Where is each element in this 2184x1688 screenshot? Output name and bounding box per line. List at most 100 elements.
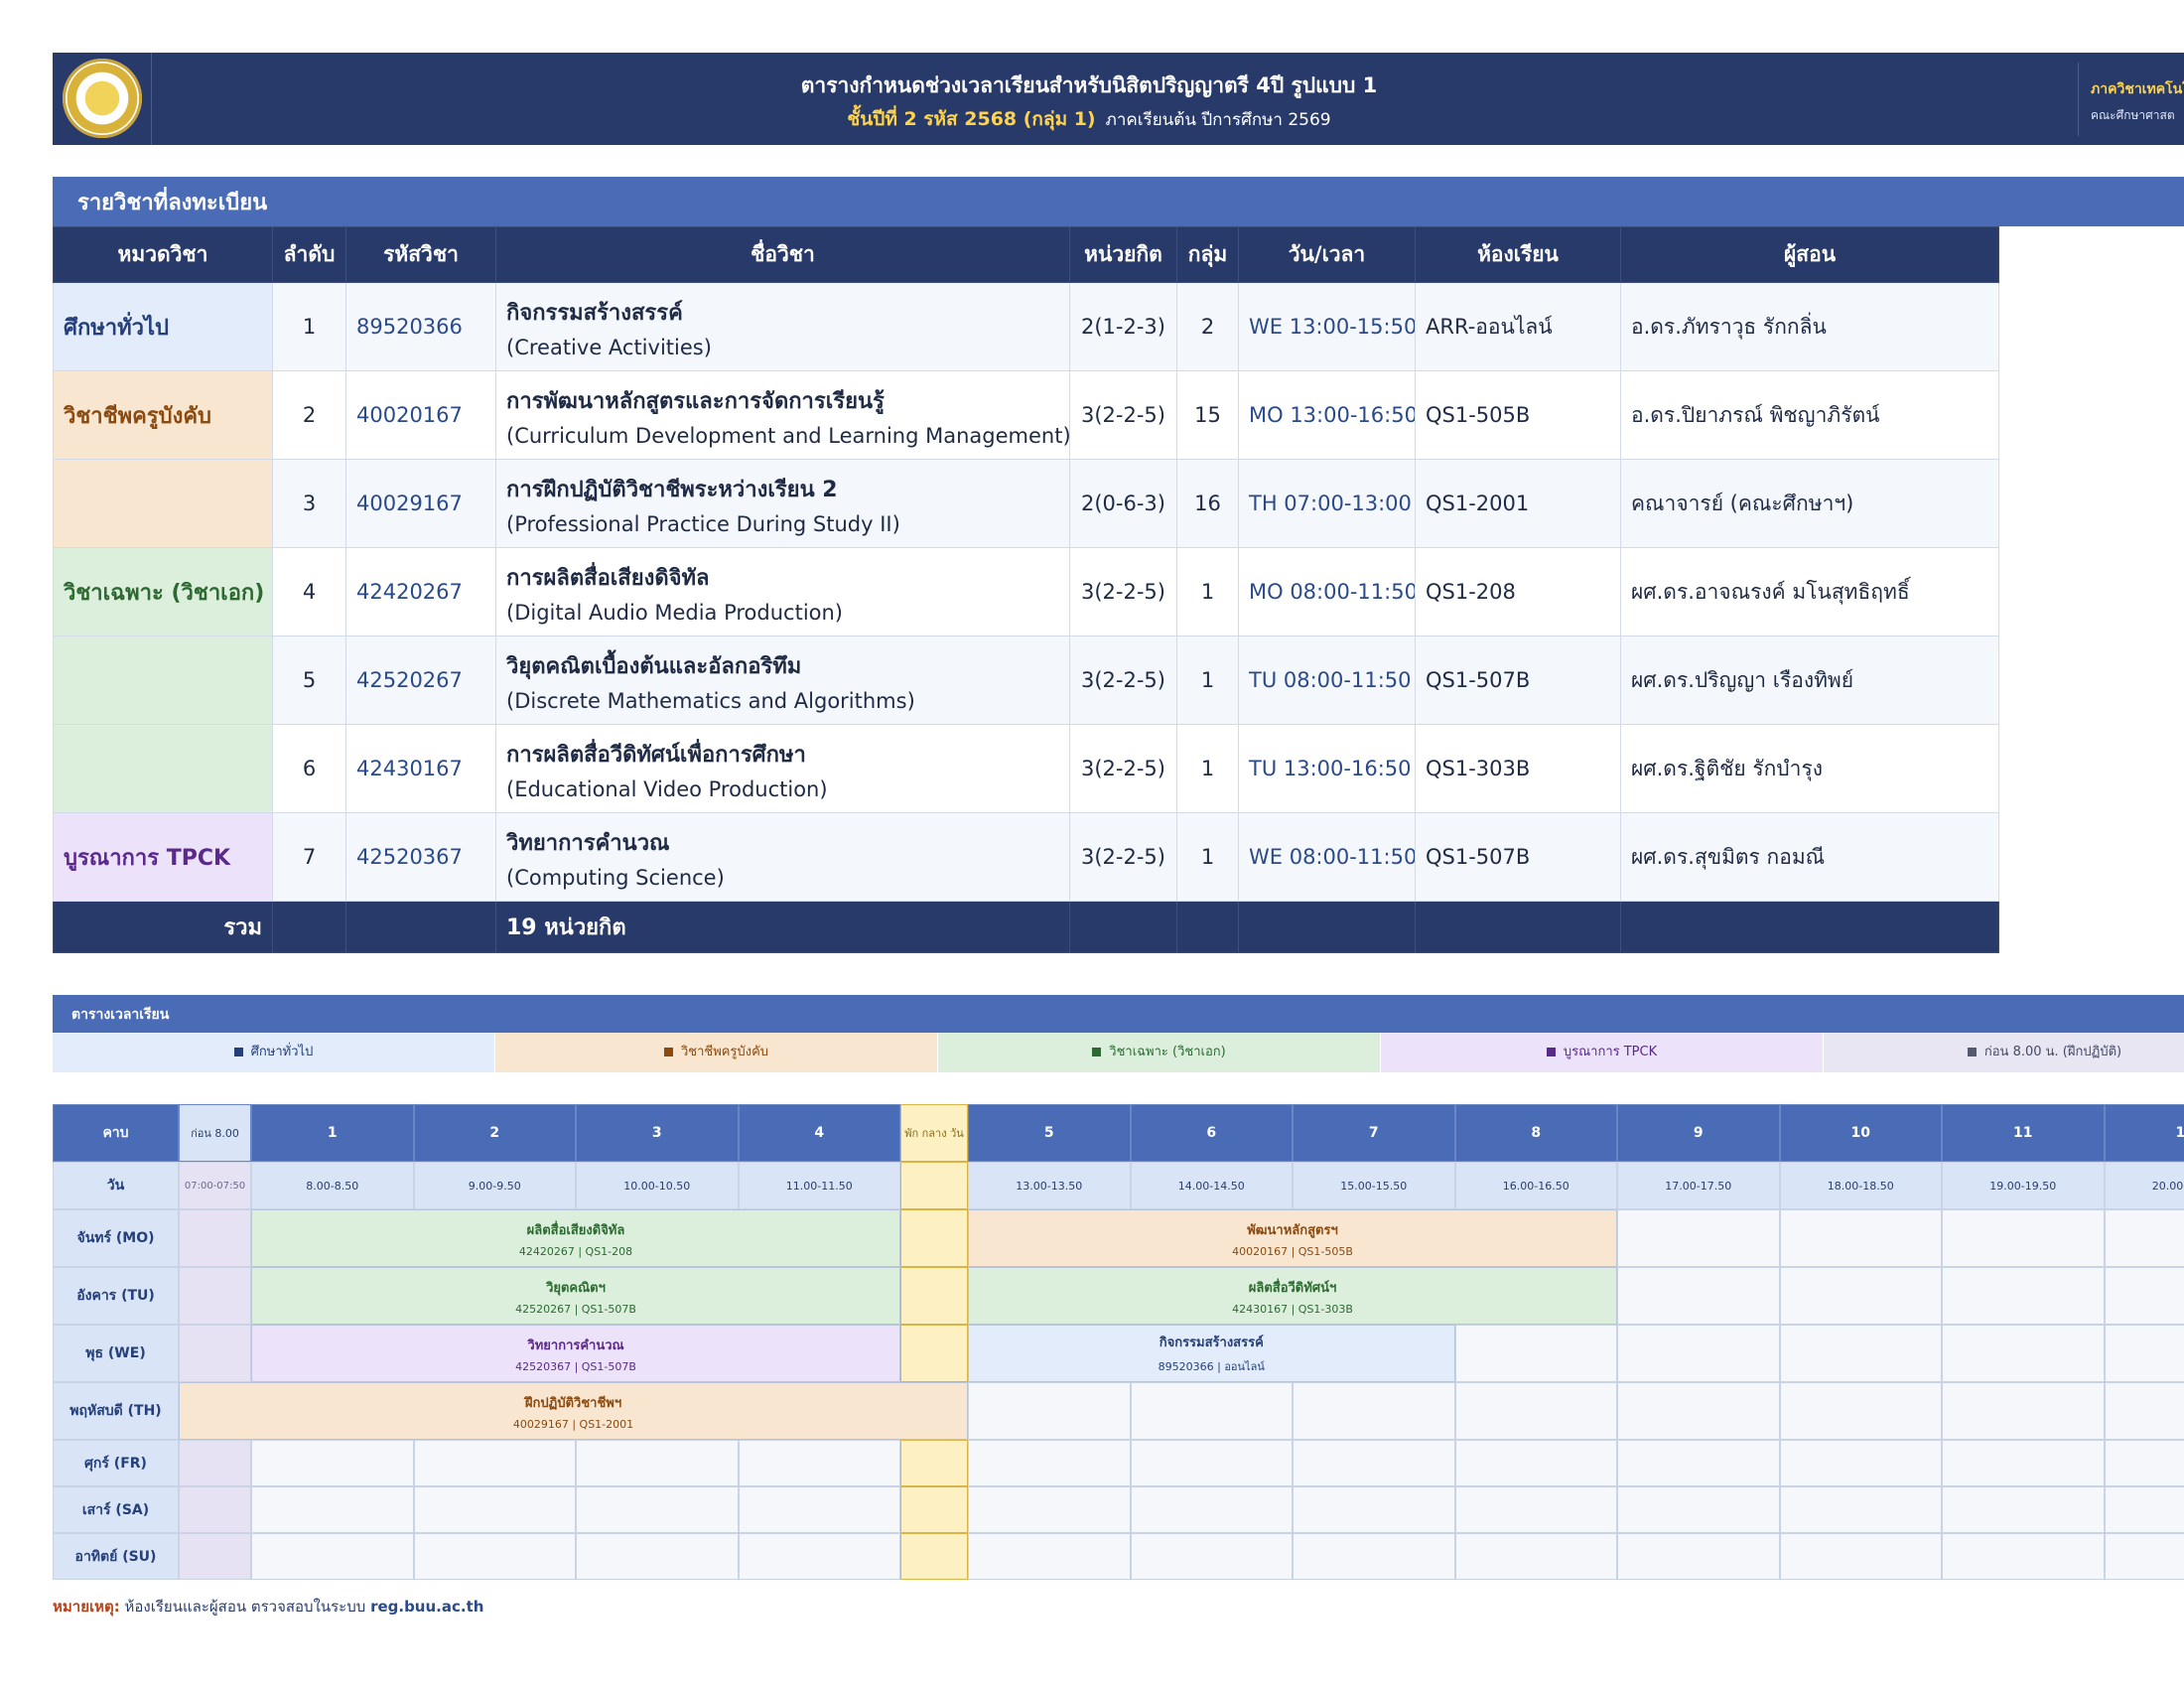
period-number-header: 8	[1454, 1104, 1617, 1162]
course-teacher: คณาจารย์ (คณะศึกษาฯ)	[1620, 459, 1999, 548]
total-row: รวม 19 หน่วยกิต	[53, 901, 1999, 953]
course-time: MO 13:00-16:50	[1238, 370, 1416, 460]
cell-text: 16.00-16.50	[1502, 1179, 1570, 1193]
cell-text: 9.00-9.50	[468, 1179, 521, 1193]
schedule-slot	[2104, 1486, 2184, 1533]
schedule-slot	[1942, 1382, 2105, 1440]
course-block[interactable]: ฝึกปฏิบัติวิชาชีพฯ 40029167 | QS1-2001	[179, 1382, 968, 1440]
cell-text: 20.00-20.50	[2151, 1179, 2184, 1193]
before8-cell	[179, 1325, 251, 1382]
schedule-slot	[1779, 1486, 1942, 1533]
schedule-slot	[1617, 1440, 1780, 1486]
schedule-slot	[968, 1486, 1131, 1533]
day-label: เสาร์ (SA)	[53, 1486, 179, 1533]
course-block-detail: 42520367 | QS1-507B	[515, 1359, 636, 1373]
category-cell	[53, 724, 273, 813]
col-category: หมวดวิชา	[53, 226, 273, 283]
schedule-slot	[1454, 1533, 1617, 1580]
course-block[interactable]: ผลิตสื่อเสียงดิจิทัล 42420267 | QS1-208	[251, 1209, 900, 1267]
course-code: 40020167	[345, 370, 496, 460]
schedule-slot	[1617, 1325, 1780, 1382]
schedule-slot	[1130, 1533, 1293, 1580]
course-group: 15	[1176, 370, 1239, 460]
period-number-header: 11	[1942, 1104, 2105, 1162]
cell-text: 11	[2013, 1125, 2033, 1141]
cell-text: 3	[651, 1125, 662, 1141]
course-block[interactable]: วิทยาการคำนวณ 42520367 | QS1-507B	[251, 1325, 900, 1382]
course-room: QS1-507B	[1415, 635, 1621, 725]
course-time: WE 13:00-15:50	[1238, 282, 1416, 371]
schedule-slot	[576, 1440, 739, 1486]
course-block[interactable]: พัฒนาหลักสูตรฯ 40020167 | QS1-505B	[968, 1209, 1617, 1267]
schedule-slot	[251, 1440, 414, 1486]
course-room: QS1-2001	[1415, 459, 1621, 548]
table-row: วิชาเฉพาะ (วิชาเอก) 4 42420267 การผลิตสื…	[53, 547, 1999, 636]
col-credit: หน่วยกิต	[1069, 226, 1177, 283]
period-number-header: 5	[968, 1104, 1131, 1162]
course-group: 1	[1176, 547, 1239, 636]
department-info: ภาควิชาเทคโนโลยีทาง คณะศึกษาศาสต	[2078, 63, 2184, 136]
category-cell: ศึกษาทั่วไป	[53, 282, 273, 371]
day-label: ศุกร์ (FR)	[53, 1440, 179, 1486]
course-name: วิทยาการคำนวณ (Computing Science)	[495, 812, 1070, 902]
course-code: 42520267	[345, 635, 496, 725]
lunch-break-cell	[900, 1209, 968, 1267]
schedule-slot	[968, 1382, 1131, 1440]
department-name: ภาควิชาเทคโนโลยีทาง	[2091, 81, 2184, 97]
period-header: คาบ	[53, 1104, 179, 1162]
schedule-slot	[1454, 1325, 1617, 1382]
schedule-slot	[738, 1486, 900, 1533]
cell-text: 12	[2176, 1125, 2184, 1141]
reg-link[interactable]: reg.buu.ac.th	[370, 1598, 483, 1616]
before8-header: ก่อน 8.00	[179, 1104, 251, 1162]
col-name: ชื่อวิชา	[495, 226, 1070, 283]
row-no: 4	[272, 547, 346, 636]
course-time: TU 08:00-11:50	[1238, 635, 1416, 725]
schedule-slot	[1942, 1267, 2105, 1325]
day-label: พุธ (WE)	[53, 1325, 179, 1382]
row-no: 6	[272, 724, 346, 813]
col-time: วัน/เวลา	[1238, 226, 1416, 283]
period-number-header: 2	[413, 1104, 576, 1162]
course-credit: 3(2-2-5)	[1069, 370, 1177, 460]
schedule-slot	[1779, 1440, 1942, 1486]
course-room: QS1-303B	[1415, 724, 1621, 813]
course-block[interactable]: ผลิตสื่อวีดิทัศน์ฯ 42430167 | QS1-303B	[968, 1267, 1617, 1325]
before8-cell	[179, 1440, 251, 1486]
course-name-th: การผลิตสื่อวีดิทัศน์เพื่อการศึกษา	[506, 742, 806, 768]
course-block-detail: 42430167 | QS1-303B	[1232, 1302, 1353, 1316]
schedule-slot	[413, 1533, 576, 1580]
legend-label: ศึกษาทั่วไป	[250, 1045, 314, 1059]
course-block-detail: 42420267 | QS1-208	[518, 1244, 633, 1258]
legend-square-icon	[233, 1048, 243, 1056]
legend-item-major: วิชาเฉพาะ (วิชาเอก)	[938, 1033, 1381, 1072]
period-time: 17.00-17.50	[1617, 1162, 1780, 1209]
period-time: 11.00-11.50	[738, 1162, 900, 1209]
col-code: รหัสวิชา	[345, 226, 496, 283]
before8-time: 07:00-07:50	[179, 1162, 251, 1209]
schedule-slot	[1293, 1533, 1455, 1580]
period-time: 16.00-16.50	[1454, 1162, 1617, 1209]
course-name-en: (Computing Science)	[506, 865, 725, 890]
period-number-header: 4	[738, 1104, 900, 1162]
day-label: อังคาร (TU)	[53, 1267, 179, 1325]
cell-text: 13.00-13.50	[1016, 1179, 1083, 1193]
schedule-slot	[2104, 1440, 2184, 1486]
schedule-slot	[1942, 1486, 2105, 1533]
before8-cell	[179, 1209, 251, 1267]
row-no: 5	[272, 635, 346, 725]
period-time: 14.00-14.50	[1130, 1162, 1293, 1209]
course-block[interactable]: วิยุตคณิตฯ 42520267 | QS1-507B	[251, 1267, 900, 1325]
schedule-grid: คาบก่อน 8.00123456789101112พัก กลาง วันว…	[53, 1104, 2184, 1581]
course-name: กิจกรรมสร้างสรรค์ (Creative Activities)	[495, 282, 1070, 371]
cell-text: 8	[1531, 1125, 1542, 1141]
row-no: 7	[272, 812, 346, 902]
schedule-slot	[1779, 1382, 1942, 1440]
course-block[interactable]: กิจกรรมสร้างสรรค์ 89520366 | ออนไลน์	[968, 1325, 1455, 1382]
schedule-slot	[576, 1533, 739, 1580]
course-block-detail: 42520267 | QS1-507B	[515, 1302, 636, 1316]
schedule-slot	[1293, 1382, 1455, 1440]
cell-text: 10.00-10.50	[623, 1179, 691, 1193]
course-block-detail: 89520366 | ออนไลน์	[1158, 1360, 1265, 1373]
course-name-en: (Discrete Mathematics and Algorithms)	[506, 688, 915, 713]
